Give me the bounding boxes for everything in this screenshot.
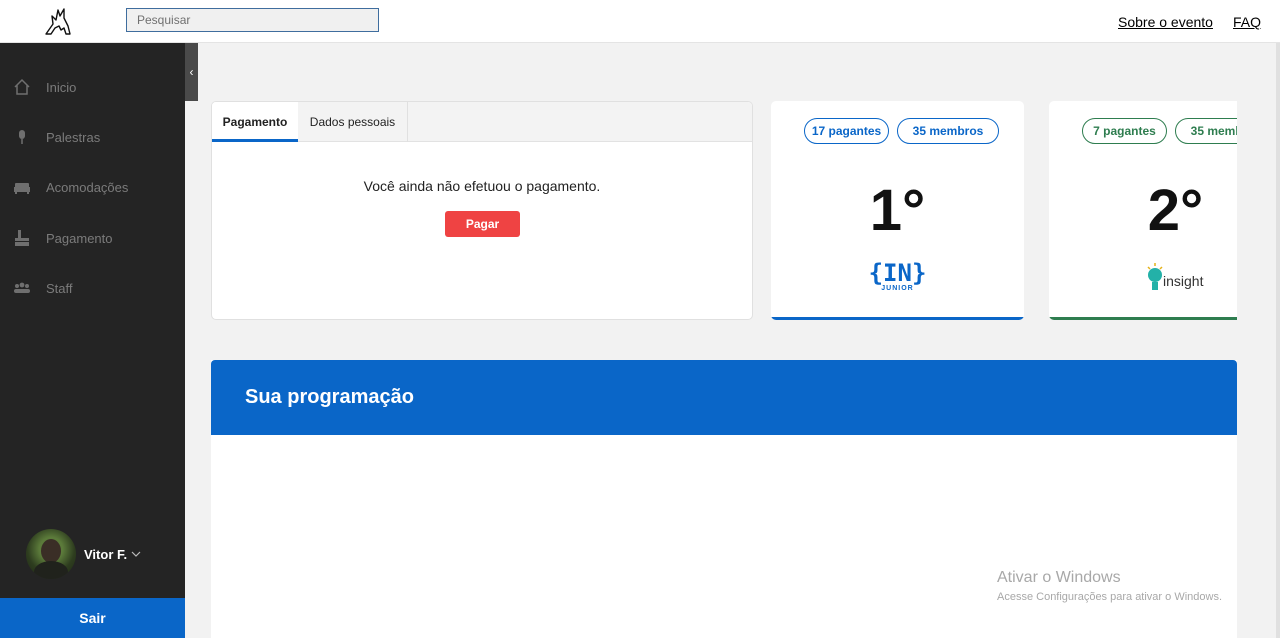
logout-button[interactable]: Sair xyxy=(0,598,185,638)
logo-subtext: JUNIOR xyxy=(881,285,914,292)
payment-icon xyxy=(15,230,29,246)
payers-badge: 17 pagantes xyxy=(804,118,889,144)
payment-status-message: Você ainda não efetuou o pagamento. xyxy=(363,178,601,194)
sidebar-item-label: Inicio xyxy=(46,79,77,95)
about-event-link[interactable]: Sobre o evento xyxy=(1118,14,1213,30)
sidebar-item-label: Staff xyxy=(46,280,73,296)
people-icon xyxy=(14,282,30,293)
logo-text: {IN} xyxy=(868,259,927,287)
ranking-card: 17 pagantes 35 membros 1° {IN} JUNIOR xyxy=(771,101,1024,320)
in-junior-logo: {IN} JUNIOR xyxy=(771,261,1024,293)
avatar xyxy=(26,529,76,579)
user-name: Vitor F. xyxy=(84,546,128,562)
sidebar-item-staff[interactable]: Staff xyxy=(0,268,185,308)
faq-link[interactable]: FAQ xyxy=(1233,14,1261,30)
sidebar-item-acomodacoes[interactable]: Acomodações xyxy=(0,167,185,207)
sidebar-collapse-button[interactable]: ‹ xyxy=(185,43,198,101)
insight-logo: insight xyxy=(1145,261,1215,297)
pay-button[interactable]: Pagar xyxy=(445,211,520,237)
payers-badge: 7 pagantes xyxy=(1082,118,1167,144)
sidebar-item-inicio[interactable]: Inicio xyxy=(0,67,185,107)
ranking-bar xyxy=(1049,317,1237,320)
home-icon xyxy=(14,78,30,95)
search-input[interactable] xyxy=(126,8,379,32)
scrollbar[interactable] xyxy=(1276,43,1280,638)
logo-text: insight xyxy=(1163,273,1204,289)
tab-dados-pessoais[interactable]: Dados pessoais xyxy=(298,102,408,142)
members-badge: 35 membros xyxy=(897,118,999,144)
sidebar-item-label: Acomodações xyxy=(46,179,129,195)
bed-icon xyxy=(14,183,30,194)
payment-tabs: Pagamento Dados pessoais xyxy=(212,102,752,142)
windows-activation-text: Acesse Configurações para ativar o Windo… xyxy=(997,591,1222,603)
sidebar-item-label: Palestras xyxy=(46,129,101,145)
schedule-header: Sua programação xyxy=(211,360,1237,435)
sidebar-item-pagamento[interactable]: Pagamento xyxy=(0,218,185,258)
wolf-logo-icon[interactable] xyxy=(44,6,72,36)
ranking-position: 1° xyxy=(869,178,926,243)
tab-pagamento[interactable]: Pagamento xyxy=(212,102,298,142)
sidebar-item-label: Pagamento xyxy=(46,230,113,246)
ranking-position: 2° xyxy=(1147,178,1204,243)
payment-card: Pagamento Dados pessoais Você ainda não … xyxy=(211,101,753,320)
ranking-bar xyxy=(771,317,1024,320)
sidebar: Inicio Palestras Acomodações Pagamento S… xyxy=(0,43,185,638)
schedule-title: Sua programação xyxy=(245,386,414,408)
microphone-icon xyxy=(19,130,25,144)
user-menu[interactable]: Vitor F. xyxy=(26,529,141,579)
members-badge: 35 membros xyxy=(1175,118,1237,144)
lightbulb-icon xyxy=(1147,263,1163,290)
windows-activation-title: Ativar o Windows xyxy=(997,569,1121,586)
sidebar-item-palestras[interactable]: Palestras xyxy=(0,117,185,157)
chevron-down-icon xyxy=(131,551,141,557)
top-bar: Sobre o evento FAQ xyxy=(0,0,1280,43)
ranking-card: 7 pagantes 35 membros 2° insight xyxy=(1049,101,1237,320)
